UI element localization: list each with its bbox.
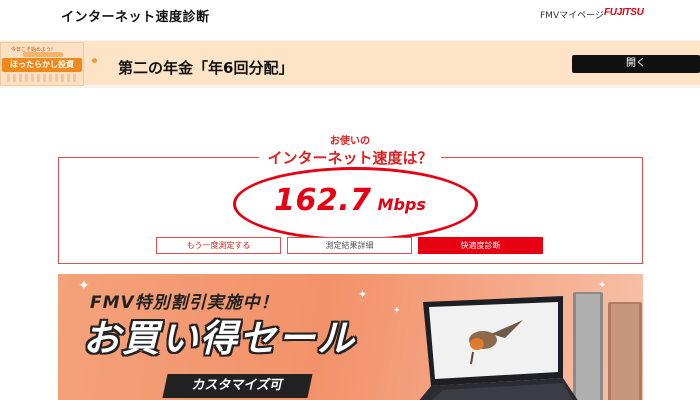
header-bar: インターネット速度診断 FMVマイページ FUJITSU bbox=[0, 0, 700, 33]
ad-thumb-logo bbox=[23, 52, 63, 57]
sale-headline: お買い得セール bbox=[83, 317, 356, 360]
sparkle-icon: ✦ bbox=[358, 288, 368, 301]
ad-thumb-decoration bbox=[7, 74, 77, 82]
speed-unit: Mbps bbox=[377, 195, 426, 214]
result-detail-button[interactable]: 測定結果詳細 bbox=[287, 237, 412, 254]
sale-banner[interactable]: ✦ ✦ ✦ ✦ FMV特別割引実施中！ お買い得セール カスタマイズ可 bbox=[58, 274, 643, 400]
ad-open-button[interactable]: 開く bbox=[572, 55, 700, 73]
retest-button[interactable]: もう一度測定する bbox=[156, 237, 281, 254]
sparkle-icon: ✦ bbox=[393, 306, 401, 316]
result-question-small: お使いの bbox=[330, 136, 370, 147]
ad-thumb-label: ほったらかし投資 bbox=[2, 58, 82, 72]
speed-readout: 162.7 Mbps bbox=[0, 183, 700, 218]
laptop-product-image bbox=[419, 292, 642, 400]
result-question: インターネット速度は？ bbox=[0, 147, 700, 168]
comfort-diagnosis-button[interactable]: 快適度診断 bbox=[418, 237, 543, 254]
ad-title[interactable]: 第二の年金「年6回分配」 bbox=[118, 57, 293, 78]
fujitsu-logo[interactable]: FUJITSU bbox=[604, 7, 644, 18]
result-question-text: インターネット速度は？ bbox=[259, 149, 441, 167]
ad-thumbnail[interactable]: 今日こそ始めよう! ほったらかし投資 bbox=[0, 42, 84, 86]
customize-badge: カスタマイズ可 bbox=[162, 374, 313, 398]
speed-value: 162.7 bbox=[274, 183, 372, 218]
fmv-mypage-link[interactable]: FMVマイページ bbox=[540, 8, 604, 21]
page-title: インターネット速度診断 bbox=[61, 10, 210, 25]
sparkle-icon: ✦ bbox=[78, 278, 90, 294]
ad-brand-mark bbox=[92, 58, 99, 64]
